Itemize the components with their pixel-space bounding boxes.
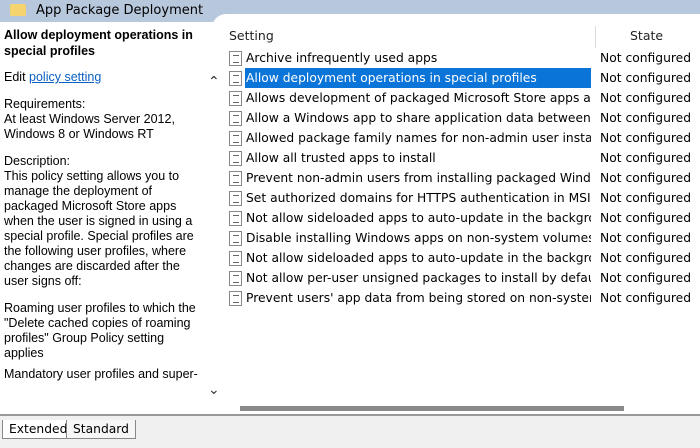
setting-state: Not configured bbox=[600, 131, 692, 145]
setting-state: Not configured bbox=[600, 111, 692, 125]
table-row[interactable]: Allow a Windows app to share application… bbox=[227, 108, 700, 128]
column-divider[interactable] bbox=[595, 26, 596, 48]
table-row[interactable]: Prevent non-admin users from installing … bbox=[227, 168, 700, 188]
setting-name: Not allow per-user unsigned packages to … bbox=[246, 271, 591, 285]
description-scrollbar[interactable]: ⌃ ⌄ bbox=[205, 70, 225, 410]
setting-state: Not configured bbox=[600, 171, 692, 185]
tab-standard[interactable]: Standard bbox=[66, 420, 136, 439]
table-row[interactable]: Disable installing Windows apps on non-s… bbox=[227, 228, 700, 248]
policy-icon bbox=[229, 271, 242, 286]
policy-icon bbox=[229, 131, 242, 146]
table-row[interactable]: Allow all trusted apps to install Not con… bbox=[227, 148, 700, 168]
mandatory-text: Mandatory user profiles and super- bbox=[4, 367, 198, 381]
table-row[interactable]: Archive infrequently used apps Not config… bbox=[227, 48, 700, 68]
description-pane: Allow deployment operations in special p… bbox=[0, 22, 205, 382]
folder-icon bbox=[10, 4, 26, 16]
setting-state: Not configured bbox=[600, 51, 692, 65]
edit-prefix: Edit bbox=[4, 70, 26, 84]
policy-icon bbox=[229, 51, 242, 66]
setting-state: Not configured bbox=[600, 71, 692, 85]
setting-name: Allowed package family names for non-adm… bbox=[246, 131, 591, 145]
setting-state: Not configured bbox=[600, 151, 692, 165]
table-row[interactable]: Not allow per-user unsigned packages to … bbox=[227, 268, 700, 288]
scroll-down-icon[interactable]: ⌄ bbox=[208, 382, 220, 398]
settings-list: Setting State Archive infrequently used … bbox=[225, 22, 700, 402]
setting-name: Prevent users' app data from being store… bbox=[246, 291, 591, 305]
setting-name: Not allow sideloaded apps to auto-update… bbox=[246, 251, 591, 265]
setting-state: Not configured bbox=[600, 271, 692, 285]
table-row[interactable]: Not allow sideloaded apps to auto-update… bbox=[227, 208, 700, 228]
window-title: App Package Deployment bbox=[36, 3, 204, 18]
policy-icon bbox=[229, 91, 242, 106]
table-row[interactable]: Allowed package family names for non-adm… bbox=[227, 128, 700, 148]
view-tabs: Extended Standard bbox=[0, 416, 700, 448]
tab-extended[interactable]: Extended bbox=[2, 420, 75, 439]
setting-state: Not configured bbox=[600, 251, 692, 265]
setting-name: Not allow sideloaded apps to auto-update… bbox=[246, 211, 591, 225]
setting-name: Prevent non-admin users from installing … bbox=[246, 171, 591, 185]
setting-state: Not configured bbox=[600, 191, 692, 205]
policy-heading: Allow deployment operations in special p… bbox=[4, 28, 193, 58]
policy-icon bbox=[229, 191, 242, 206]
roaming-text: Roaming user profiles to which the "Dele… bbox=[4, 301, 196, 360]
setting-state: Not configured bbox=[600, 91, 692, 105]
policy-icon bbox=[229, 171, 242, 186]
setting-name: Disable installing Windows apps on non-s… bbox=[246, 231, 591, 245]
table-row[interactable]: Allow deployment operations in special p… bbox=[227, 68, 700, 88]
policy-icon bbox=[229, 291, 242, 306]
setting-name: Allow a Windows app to share application… bbox=[246, 111, 591, 125]
scroll-up-icon[interactable]: ⌃ bbox=[208, 74, 220, 90]
policy-setting-link[interactable]: policy setting bbox=[29, 70, 101, 84]
setting-name: Set authorized domains for HTTPS authent… bbox=[246, 191, 591, 205]
table-row[interactable]: Allows development of packaged Microsoft… bbox=[227, 88, 700, 108]
column-header-state[interactable]: State bbox=[630, 28, 663, 43]
table-row[interactable]: Prevent users' app data from being store… bbox=[227, 288, 700, 308]
setting-name: Allow deployment operations in special p… bbox=[245, 68, 591, 88]
horizontal-scrollbar-thumb[interactable] bbox=[240, 406, 624, 411]
requirements: Requirements: At least Windows Server 20… bbox=[4, 97, 175, 141]
policy-icon bbox=[229, 111, 242, 126]
setting-name: Allows development of packaged Microsoft… bbox=[246, 91, 591, 105]
setting-state: Not configured bbox=[600, 291, 692, 305]
column-header-setting[interactable]: Setting bbox=[229, 28, 274, 43]
setting-state: Not configured bbox=[600, 231, 692, 245]
policy-icon bbox=[229, 211, 242, 226]
setting-name: Archive infrequently used apps bbox=[246, 51, 438, 65]
policy-icon bbox=[229, 231, 242, 246]
description-label: Description: bbox=[4, 154, 70, 168]
policy-icon bbox=[229, 151, 242, 166]
setting-state: Not configured bbox=[600, 211, 692, 225]
description-text: This policy setting allows you to manage… bbox=[4, 169, 194, 288]
policy-icon bbox=[229, 251, 242, 266]
setting-name: Allow all trusted apps to install bbox=[246, 151, 436, 165]
table-row[interactable]: Set authorized domains for HTTPS authent… bbox=[227, 188, 700, 208]
policy-icon bbox=[229, 71, 242, 86]
table-row[interactable]: Not allow sideloaded apps to auto-update… bbox=[227, 248, 700, 268]
